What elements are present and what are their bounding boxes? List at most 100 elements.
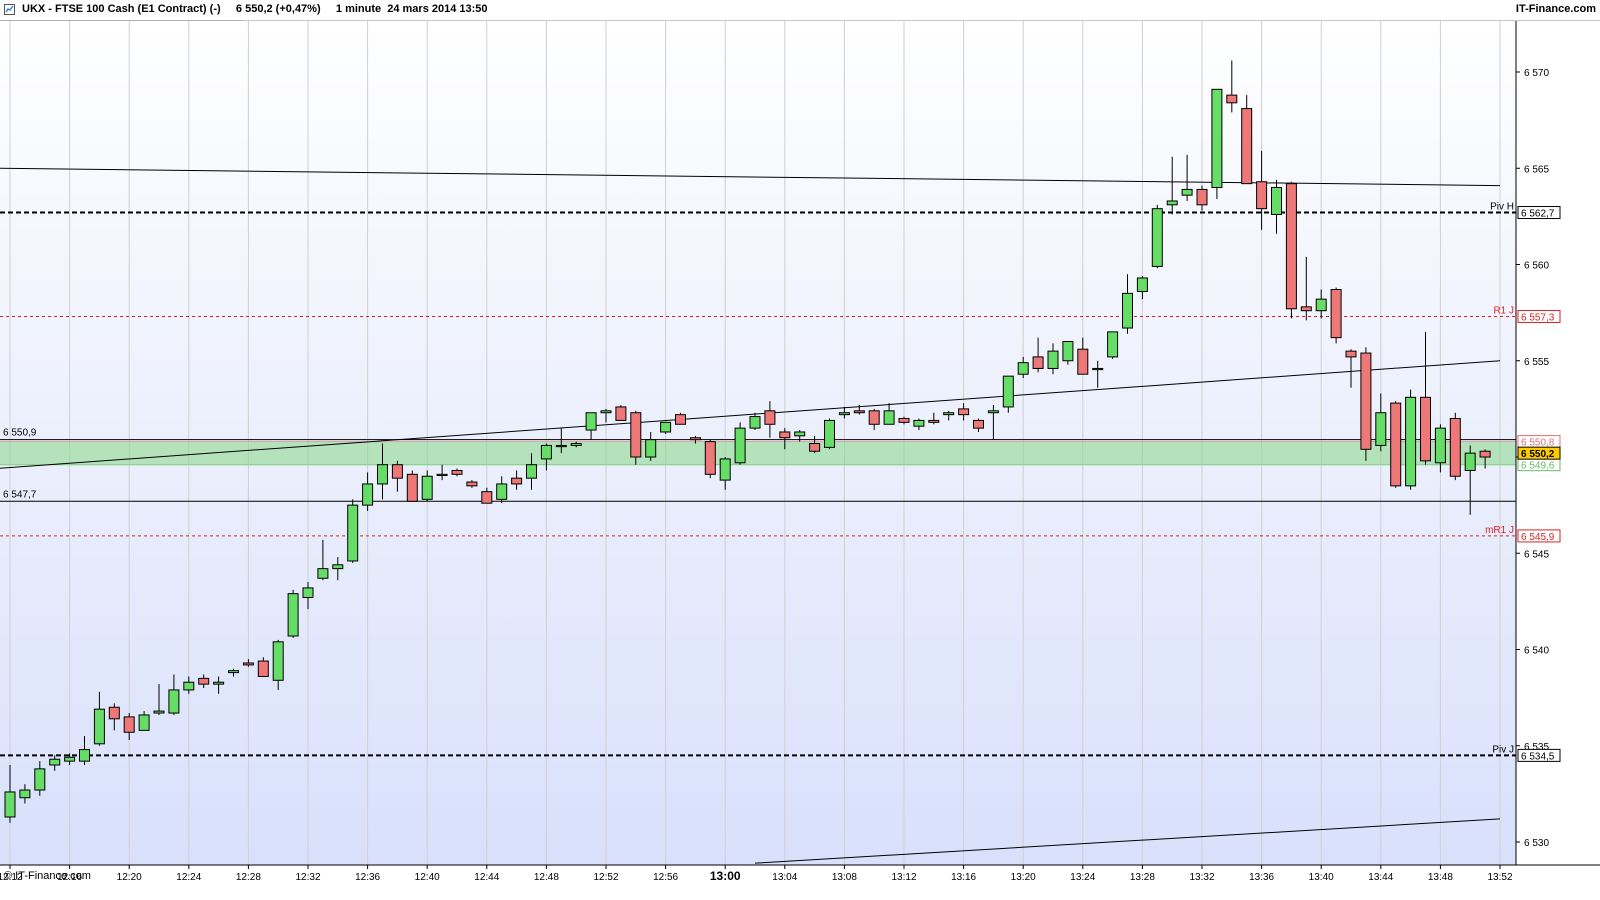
price-tick-label: 6 565 (1524, 164, 1549, 175)
time-tick-label: 13:36 (1249, 872, 1274, 883)
candle-body (973, 419, 984, 429)
candle-body (242, 662, 254, 666)
candle-body (615, 406, 627, 421)
candle-body (1420, 396, 1431, 462)
candle-body (466, 481, 478, 487)
candle-body (585, 412, 597, 431)
candle-body (287, 593, 299, 637)
level-price-tag-box (1517, 206, 1561, 220)
candle-body (570, 443, 582, 446)
level-price-tag-box (1517, 309, 1561, 323)
chart-header: UKX - FTSE 100 Cash (E1 Contract) (-) 6 … (0, 0, 1600, 21)
bid-ask-band (0, 441, 1516, 465)
time-tick-label: 12:44 (474, 872, 499, 883)
candle-body (123, 716, 135, 733)
candle-body (630, 412, 642, 458)
candle-body (49, 758, 61, 766)
candle-body (302, 587, 314, 599)
candle-body (377, 464, 388, 485)
price-tick-label: 6 535 (1524, 742, 1549, 753)
candle-body (555, 444, 567, 448)
candle-body (1181, 188, 1193, 196)
candle-body (1122, 292, 1133, 329)
pivot-level-name: mR1 J (1485, 525, 1514, 536)
price-tick-label: 6 530 (1524, 838, 1549, 849)
candle-body (257, 660, 269, 677)
candle-body (824, 419, 835, 448)
price-tick-label: 6 555 (1524, 357, 1549, 368)
legend-bar: Prix Ligne meilleure offre Ligne meilleu… (0, 20, 243, 34)
time-tick-label: 13:48 (1428, 872, 1453, 883)
candle-body (481, 491, 493, 504)
level-price-tag: 6 534,5 (1521, 751, 1555, 762)
candle-body (1017, 362, 1029, 375)
left-level-label: 6 550,9 (3, 428, 37, 439)
time-tick-label: 12:32 (295, 872, 320, 883)
brand-label: IT-Finance.com (1515, 3, 1596, 15)
time-tick-label: 13:08 (832, 872, 857, 883)
candle-body (1107, 331, 1119, 358)
candle-body (138, 714, 150, 731)
candle-body (1196, 188, 1208, 206)
candle-body (108, 706, 120, 720)
candle-body (734, 427, 746, 464)
candle-body (406, 473, 418, 502)
time-tick-label: 12:36 (355, 872, 380, 883)
candle-body (1464, 452, 1476, 471)
time-tick-label: 13:28 (1130, 872, 1155, 883)
candle-body (511, 477, 523, 485)
time-tick-label: 12:52 (593, 872, 618, 883)
legend-offre-toggle[interactable]: Ligne meilleure offre (24, 20, 121, 34)
candle-body (1092, 367, 1104, 371)
candle-body (451, 469, 463, 475)
candle-body (496, 483, 508, 500)
level-price-tag: 6 545,9 (1521, 532, 1555, 543)
candle-body (436, 473, 448, 477)
band-price-tag: 6 550,8 (1521, 438, 1555, 449)
band-price-tag-box (1517, 458, 1561, 472)
candle-body (168, 689, 180, 714)
legend-demande-toggle[interactable]: Ligne meilleure Demande (121, 20, 242, 34)
candle-body (943, 412, 955, 416)
candle-body (153, 710, 165, 714)
candle-body (1449, 418, 1461, 477)
band-price-tag-box (1517, 435, 1561, 449)
candle-body (1241, 108, 1253, 185)
price-tick-label: 6 560 (1524, 261, 1549, 272)
candle-body (1077, 348, 1089, 375)
price-tick-label: 6 545 (1524, 549, 1549, 560)
candle-body (987, 410, 999, 414)
time-tick-label: 13:12 (891, 872, 916, 883)
chart-title: UKX - FTSE 100 Cash (E1 Contract) (-) 6 … (22, 3, 488, 15)
candle-body (1285, 183, 1297, 310)
left-level-label: 6 547,7 (3, 489, 37, 500)
time-tick-label: 12:20 (117, 872, 142, 883)
candle-body (4, 791, 16, 818)
candle-body (1360, 352, 1372, 450)
candle-body (391, 464, 403, 479)
candle-body (719, 458, 731, 481)
candlestick-chart[interactable]: Piv H R1 J mR1 J Piv J 6 550,9 6 547,7 6 530 6 … (0, 0, 1600, 900)
current-price-tag-box (1517, 446, 1561, 460)
candle-body (272, 641, 284, 681)
time-axis-background (0, 865, 1600, 900)
candle-body (1047, 350, 1059, 369)
candle-body (1375, 412, 1387, 446)
candle-body (93, 708, 105, 745)
candle-body (1390, 402, 1402, 487)
candle-body (1032, 356, 1044, 369)
candle-body (1151, 208, 1163, 267)
candle-body (779, 431, 791, 439)
candle-body (704, 441, 716, 475)
candle-body (34, 768, 46, 791)
candle-body (809, 443, 821, 452)
candle-body (228, 670, 239, 674)
candle-body (421, 475, 433, 500)
trendline (0, 360, 1501, 469)
time-tick-label: 13:24 (1070, 872, 1095, 883)
time-tick-label: 13:52 (1487, 872, 1512, 883)
candle-body (1479, 450, 1491, 458)
candle-body (1256, 181, 1268, 210)
legend-prix-toggle[interactable]: Prix (0, 20, 24, 34)
candle-body (540, 444, 552, 460)
